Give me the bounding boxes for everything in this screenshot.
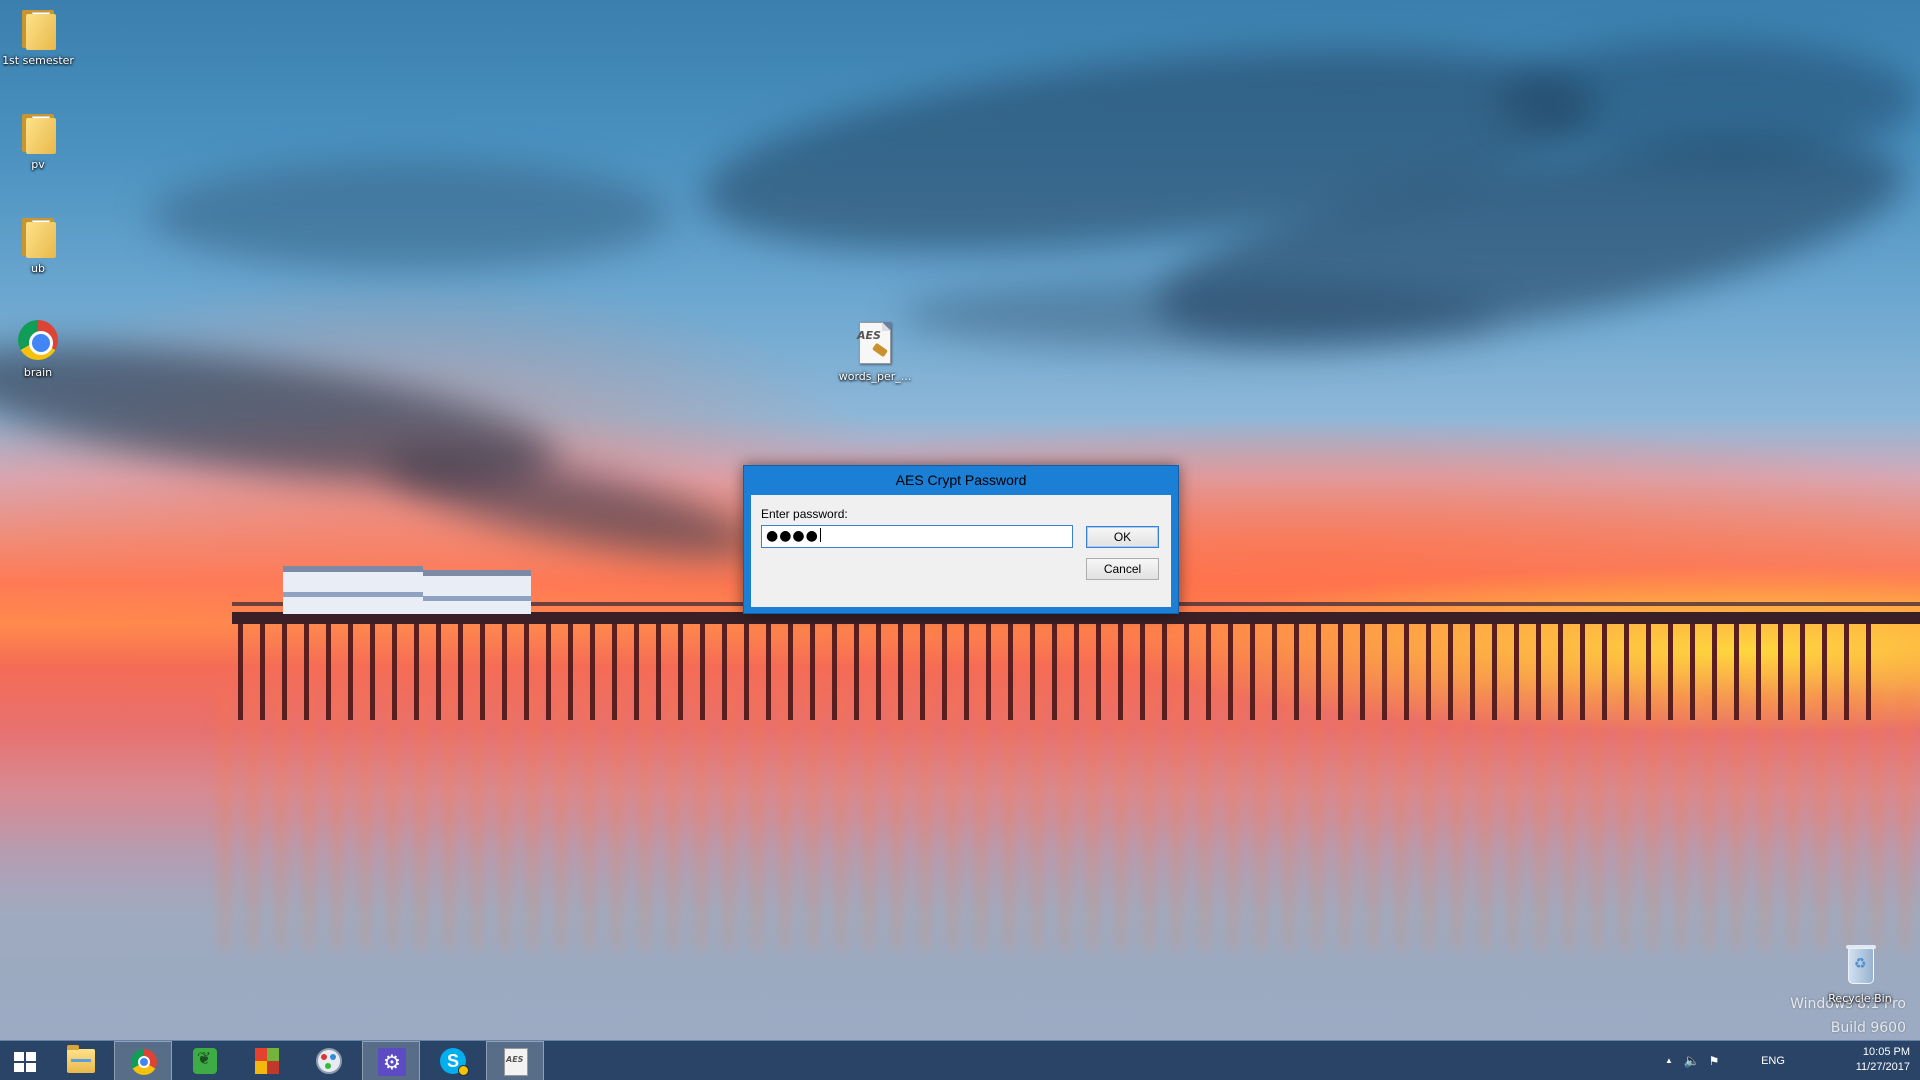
system-tray: ▲ 🔈 ⚑ ENG 10:05 PM 11/27/2017 — [1660, 1041, 1920, 1080]
settings-icon: ⚙ — [378, 1048, 406, 1076]
show-hidden-icons-chevron-icon[interactable]: ▲ — [1660, 1041, 1678, 1080]
desktop-icon-label: brain — [23, 366, 53, 379]
windows-watermark-build: Build 9600 — [1830, 1020, 1906, 1036]
chrome-icon — [14, 316, 62, 364]
taskbar-settings[interactable]: ⚙ — [362, 1041, 420, 1080]
cancel-button[interactable]: Cancel — [1086, 558, 1159, 580]
ok-button[interactable]: OK — [1086, 526, 1159, 548]
evernote-icon — [193, 1048, 217, 1074]
password-input[interactable]: ●●●● — [761, 525, 1073, 548]
text-caret — [819, 528, 821, 542]
folder-icon — [14, 4, 62, 52]
password-label: Enter password: — [761, 507, 848, 521]
taskbar-chrome[interactable] — [114, 1041, 172, 1080]
aes-crypt-password-dialog[interactable]: AES Crypt Password Enter password: ●●●● … — [743, 465, 1179, 614]
network-signal-icon[interactable] — [1728, 1041, 1748, 1080]
aes-file-icon: AES — [851, 320, 899, 368]
taskbar-aes-crypt[interactable] — [486, 1041, 544, 1080]
wallpaper-cloud — [150, 160, 670, 270]
desktop-icon-label: words_per_... — [838, 370, 912, 383]
desktop-icon-brain[interactable]: brain — [0, 316, 76, 379]
folder-icon — [14, 108, 62, 156]
desktop-icon-1st-semester[interactable]: 1st semester — [0, 4, 76, 67]
recycle-bin-icon — [1836, 942, 1884, 990]
file-explorer-icon — [67, 1045, 95, 1073]
wallpaper-pier-building — [423, 570, 531, 614]
desktop-icon-ub[interactable]: ub — [0, 212, 76, 275]
taskbar: ⚙ S ▲ 🔈 ⚑ ENG 10:05 PM 11/27/2017 — [0, 1040, 1920, 1080]
chrome-icon — [131, 1049, 157, 1075]
wallpaper-cloud — [900, 280, 1500, 350]
skype-icon: S — [440, 1048, 469, 1076]
office-icon — [255, 1048, 279, 1074]
password-masked-value: ●●●● — [766, 528, 819, 544]
dialog-title[interactable]: AES Crypt Password — [744, 466, 1178, 494]
desktop-icon-label: ub — [31, 262, 45, 275]
taskbar-file-explorer[interactable] — [52, 1041, 110, 1080]
desktop-icon-label: pv — [31, 158, 45, 171]
folder-icon — [14, 212, 62, 260]
taskbar-evernote[interactable] — [176, 1041, 234, 1080]
action-center-flag-icon[interactable]: ⚑ — [1704, 1041, 1724, 1080]
desktop-icon-label: 1st semester — [2, 54, 74, 67]
clock-time: 10:05 PM — [1862, 1046, 1910, 1058]
wallpaper-pier-posts — [238, 624, 1878, 720]
clock[interactable]: 10:05 PM 11/27/2017 — [1838, 1045, 1910, 1075]
windows-start-icon — [14, 1052, 36, 1072]
desktop-icon-words-per[interactable]: AES words_per_... — [836, 320, 914, 383]
input-language-indicator[interactable]: ENG — [1756, 1041, 1790, 1080]
dialog-body: Enter password: ●●●● OK Cancel — [751, 495, 1171, 607]
desktop-icon-label: Recycle Bin — [1828, 992, 1892, 1005]
wallpaper-cloud — [376, 431, 764, 579]
taskbar-paint[interactable] — [300, 1041, 358, 1080]
volume-icon[interactable]: 🔈 — [1682, 1041, 1702, 1080]
taskbar-office[interactable] — [238, 1041, 296, 1080]
taskbar-skype[interactable]: S — [424, 1041, 482, 1080]
wallpaper-pier-building — [283, 566, 423, 614]
desktop-icon-pv[interactable]: pv — [0, 108, 76, 171]
clock-date: 11/27/2017 — [1855, 1061, 1910, 1073]
aes-crypt-icon — [504, 1048, 528, 1076]
paint-icon — [316, 1048, 342, 1074]
start-button[interactable] — [0, 1041, 50, 1080]
wallpaper-cloud — [1500, 40, 1920, 160]
wallpaper-sea — [0, 820, 1920, 1040]
desktop-icon-recycle-bin[interactable]: Recycle Bin — [1822, 942, 1898, 1005]
